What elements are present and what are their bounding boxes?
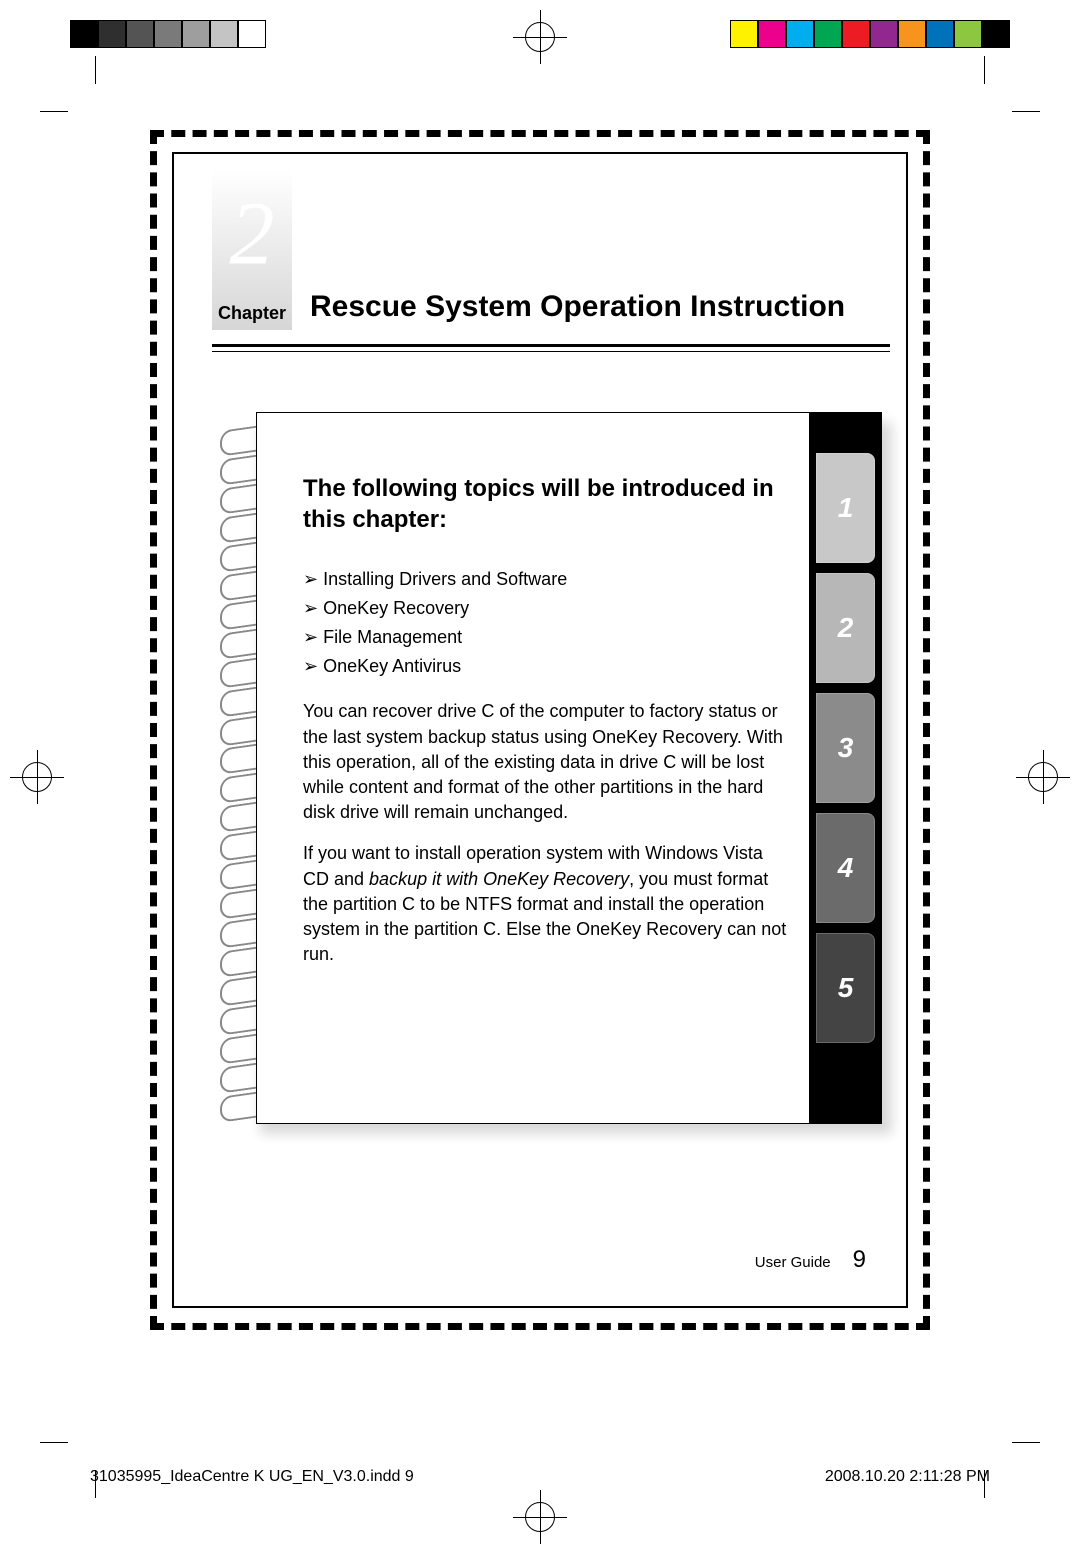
crop-mark-icon xyxy=(984,56,1040,112)
section-tab: 2 xyxy=(816,573,875,683)
section-tabs: 12345 xyxy=(809,413,881,1123)
crop-mark-icon xyxy=(40,1442,96,1498)
color-swatch xyxy=(898,20,926,48)
chapter-title: Rescue System Operation Instruction xyxy=(310,290,890,324)
color-swatch xyxy=(98,20,126,48)
topic-item: File Management xyxy=(303,627,791,648)
topic-item: OneKey Antivirus xyxy=(303,656,791,677)
color-swatch xyxy=(842,20,870,48)
page: 2 Chapter Rescue System Operation Instru… xyxy=(150,130,930,1330)
section-tab: 3 xyxy=(816,693,875,803)
slug-timestamp: 2008.10.20 2:11:28 PM xyxy=(825,1468,990,1486)
footer-label: User Guide xyxy=(755,1254,831,1271)
title-underline xyxy=(212,344,890,352)
paragraph: You can recover drive C of the computer … xyxy=(303,699,791,825)
slug-file: 31035995_IdeaCentre K UG_EN_V3.0.indd 9 xyxy=(90,1468,414,1486)
topic-item: OneKey Recovery xyxy=(303,598,791,619)
topic-item: Installing Drivers and Software xyxy=(303,569,791,590)
paragraph-italic: backup it with OneKey Recovery xyxy=(369,869,629,889)
section-tab: 4 xyxy=(816,813,875,923)
slug-line: 31035995_IdeaCentre K UG_EN_V3.0.indd 9 … xyxy=(90,1468,990,1486)
chapter-header: 2 Chapter Rescue System Operation Instru… xyxy=(212,170,890,330)
registration-mark-icon xyxy=(513,10,567,64)
page-number: 9 xyxy=(853,1246,866,1274)
crop-mark-icon xyxy=(40,56,96,112)
color-swatch xyxy=(182,20,210,48)
crop-mark-icon xyxy=(984,1442,1040,1498)
page-footer: User Guide 9 xyxy=(755,1246,866,1274)
registration-mark-icon xyxy=(1016,750,1070,804)
section-tab: 5 xyxy=(816,933,875,1043)
color-swatch xyxy=(926,20,954,48)
color-swatch xyxy=(870,20,898,48)
notebook: The following topics will be introduced … xyxy=(220,412,890,1132)
color-swatch xyxy=(982,20,1010,48)
color-swatch xyxy=(786,20,814,48)
chapter-label: Chapter xyxy=(212,303,292,324)
color-swatch xyxy=(126,20,154,48)
notebook-heading: The following topics will be introduced … xyxy=(303,473,791,535)
registration-mark-icon xyxy=(10,750,64,804)
color-swatch xyxy=(730,20,758,48)
chapter-number: 2 xyxy=(230,183,275,286)
chapter-number-box: 2 Chapter xyxy=(212,170,292,330)
color-swatch xyxy=(814,20,842,48)
topic-list: Installing Drivers and Software OneKey Re… xyxy=(303,569,791,677)
color-swatch xyxy=(210,20,238,48)
color-swatch xyxy=(238,20,266,48)
color-swatch xyxy=(70,20,98,48)
color-swatch xyxy=(758,20,786,48)
registration-mark-icon xyxy=(513,1490,567,1544)
color-swatch xyxy=(954,20,982,48)
section-tab: 1 xyxy=(816,453,875,563)
paragraph: If you want to install operation system … xyxy=(303,841,791,967)
color-swatch xyxy=(154,20,182,48)
